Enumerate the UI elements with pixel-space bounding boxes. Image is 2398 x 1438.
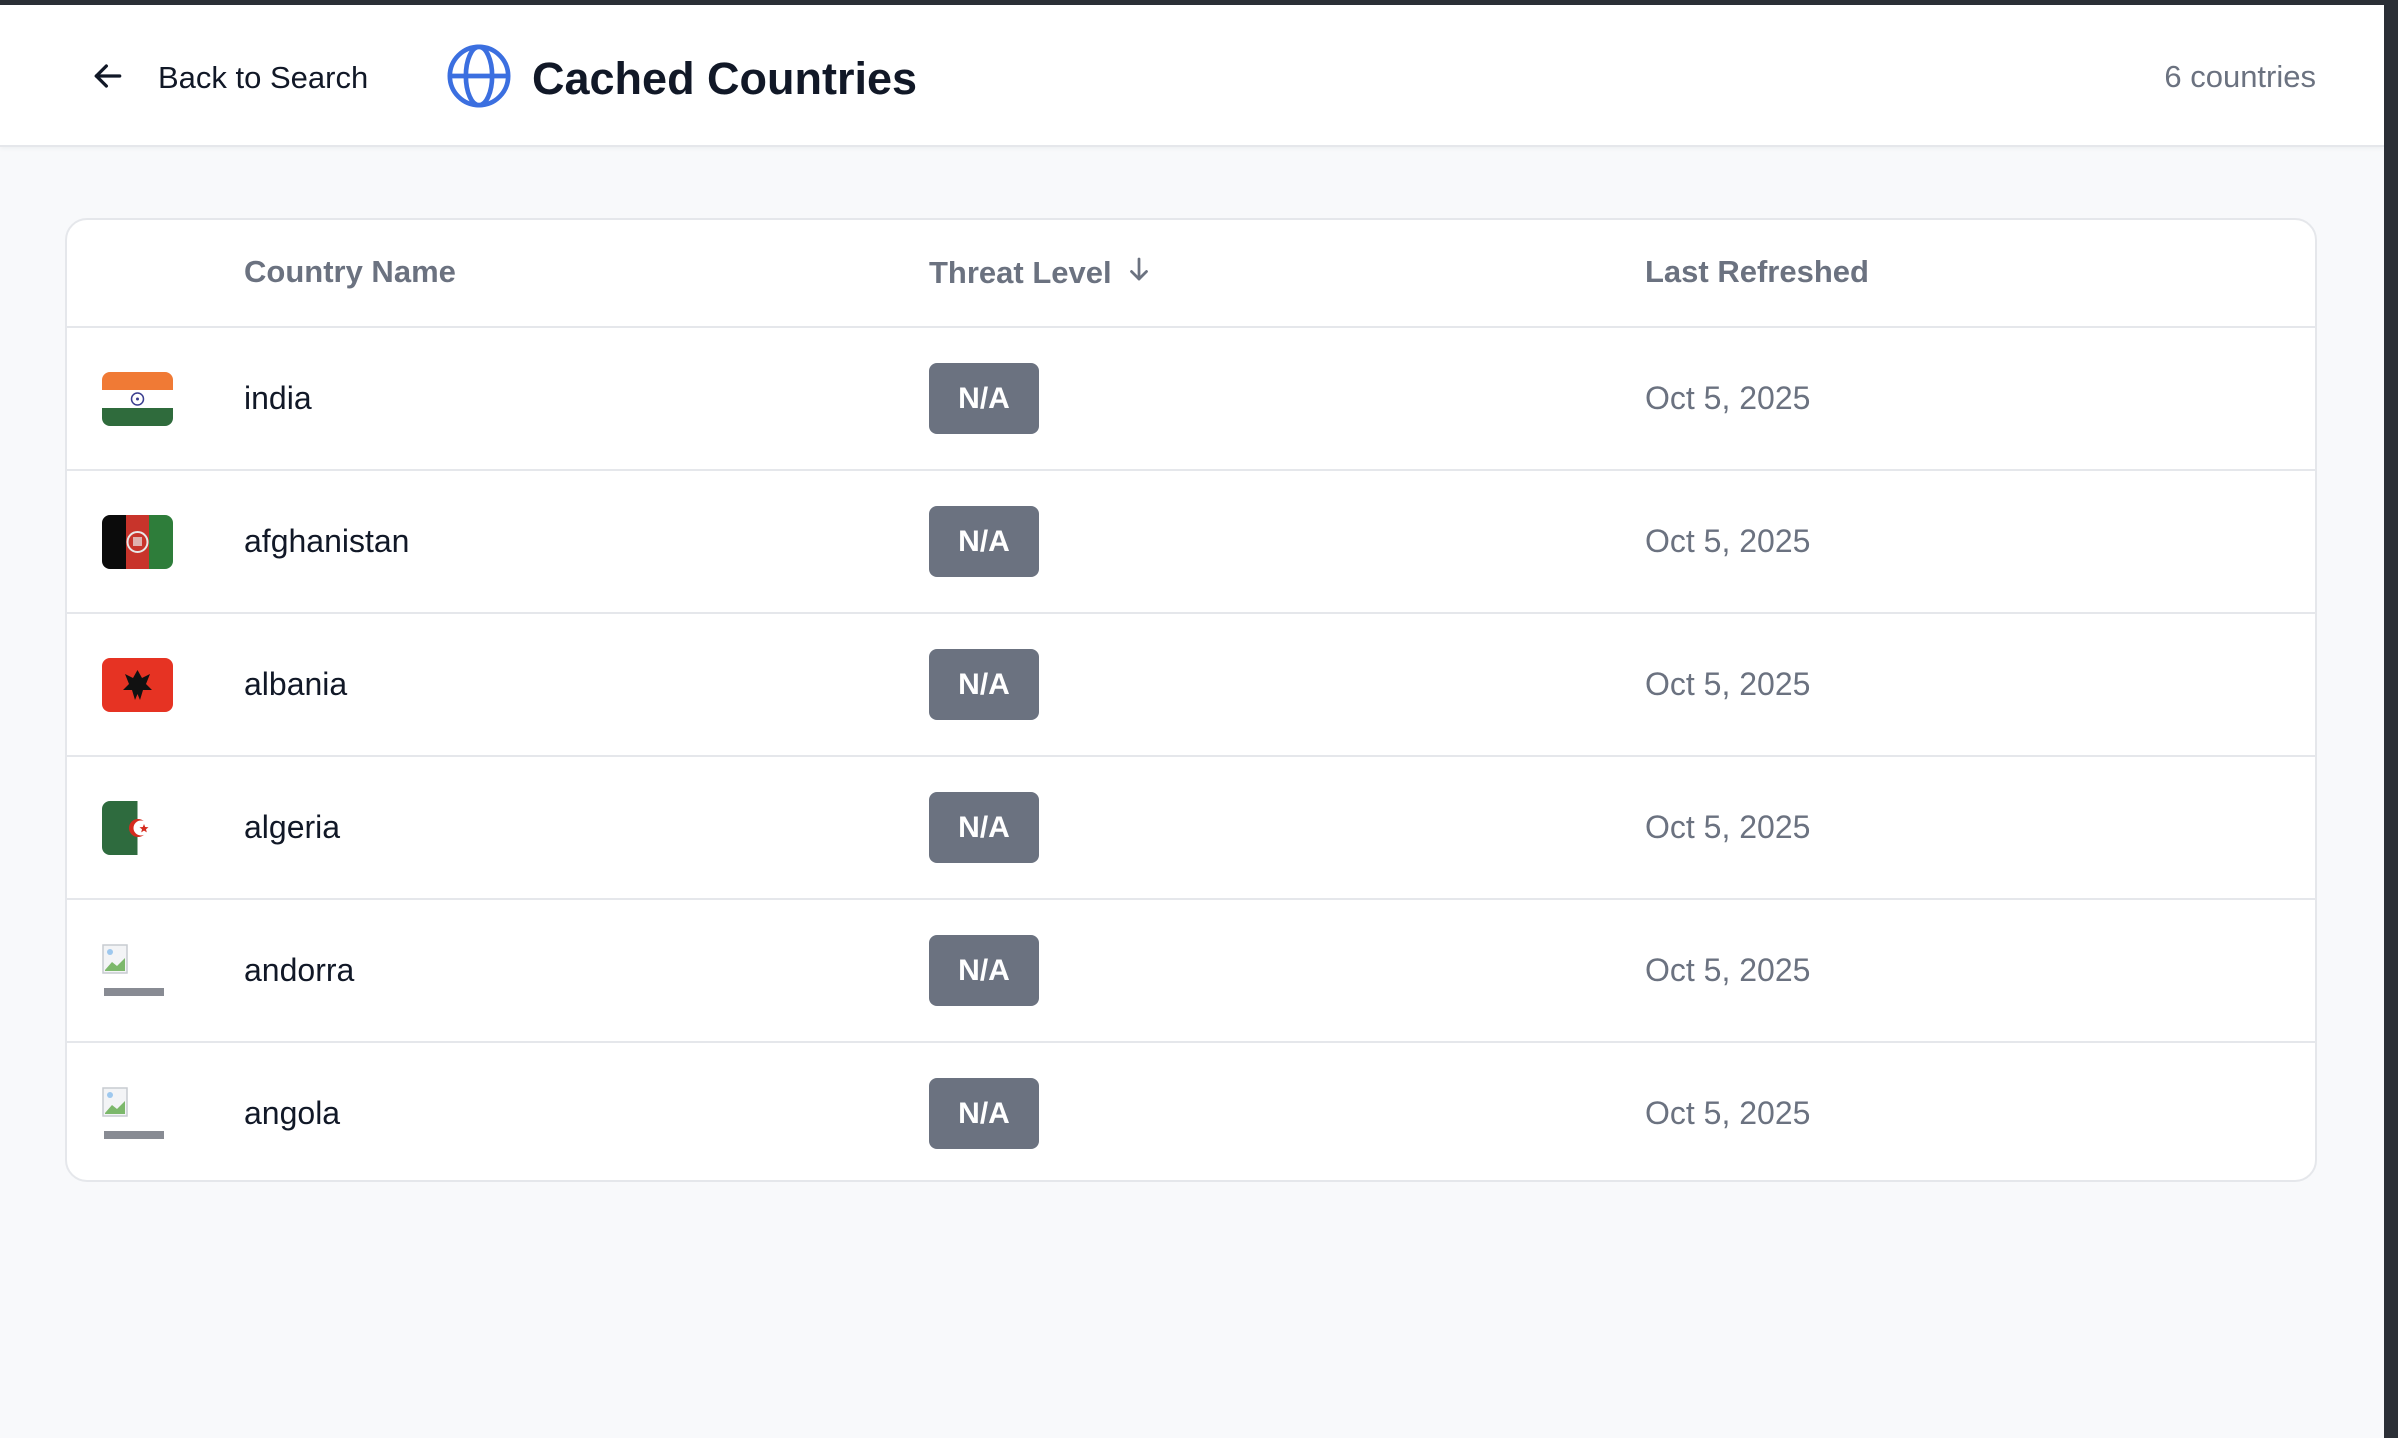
country-name: andorra — [244, 952, 355, 988]
table-header: Country Name Threat Level Last Refreshed — [67, 220, 2315, 328]
title-group: Cached Countries — [444, 41, 917, 116]
table-row[interactable]: afghanistan N/A Oct 5, 2025 — [67, 471, 2315, 614]
threat-level-badge: N/A — [929, 506, 1039, 577]
threat-level-badge: N/A — [929, 363, 1039, 434]
country-name: algeria — [244, 809, 341, 845]
country-name: albania — [244, 666, 348, 702]
last-refreshed-date: Oct 5, 2025 — [1645, 809, 1811, 845]
afghanistan-flag-icon — [102, 515, 173, 569]
last-refreshed-date: Oct 5, 2025 — [1645, 666, 1811, 702]
table-row[interactable]: india N/A Oct 5, 2025 — [67, 328, 2315, 471]
table-row[interactable]: albania N/A Oct 5, 2025 — [67, 614, 2315, 757]
table-row[interactable]: algeria N/A Oct 5, 2025 — [67, 757, 2315, 900]
back-to-search-button[interactable]: Back to Search — [88, 43, 368, 113]
country-count: 6 countries — [2164, 59, 2316, 94]
arrow-down-icon — [1124, 254, 1154, 292]
threat-level-badge: N/A — [929, 1078, 1039, 1149]
window-right-edge — [2384, 0, 2398, 1438]
broken-image-icon — [102, 1087, 173, 1141]
last-refreshed-date: Oct 5, 2025 — [1645, 523, 1811, 559]
threat-level-badge: N/A — [929, 935, 1039, 1006]
last-refreshed-date: Oct 5, 2025 — [1645, 380, 1811, 416]
country-name: angola — [244, 1095, 341, 1131]
page-header: Back to Search Cached Countries 6 countr… — [0, 5, 2384, 147]
broken-image-icon — [102, 944, 173, 998]
page-title: Cached Countries — [532, 52, 918, 104]
column-header-threat-level[interactable]: Threat Level — [929, 254, 1154, 292]
country-name: india — [244, 380, 312, 416]
back-to-search-label: Back to Search — [158, 60, 369, 95]
table-row[interactable]: angola N/A Oct 5, 2025 — [67, 1043, 2315, 1180]
arrow-left-icon — [88, 56, 128, 101]
threat-level-badge: N/A — [929, 792, 1039, 863]
algeria-flag-icon — [102, 801, 173, 855]
column-header-last-refreshed[interactable]: Last Refreshed — [1645, 254, 1869, 290]
countries-table: Country Name Threat Level Last Refreshed — [65, 218, 2317, 1182]
threat-level-badge: N/A — [929, 649, 1039, 720]
albania-flag-icon — [102, 658, 173, 712]
globe-icon — [444, 41, 514, 116]
country-name: afghanistan — [244, 523, 410, 559]
last-refreshed-date: Oct 5, 2025 — [1645, 952, 1811, 988]
india-flag-icon — [102, 372, 173, 426]
last-refreshed-date: Oct 5, 2025 — [1645, 1095, 1811, 1131]
table-row[interactable]: andorra N/A Oct 5, 2025 — [67, 900, 2315, 1043]
column-header-country-name[interactable]: Country Name — [244, 254, 456, 290]
